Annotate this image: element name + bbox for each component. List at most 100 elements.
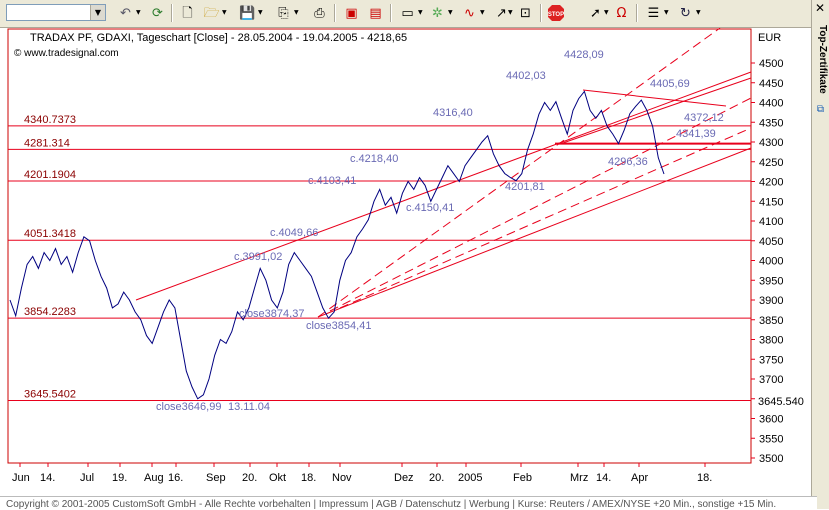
trade-list-icon[interactable]: ☰	[644, 4, 663, 22]
drawing-tools-icon[interactable]: ∿	[460, 4, 479, 22]
level-label: 4340.7373	[24, 114, 76, 126]
y-tick-label: 3600	[759, 414, 783, 426]
y-tick-label: 3750	[759, 354, 783, 366]
toolbar-separator	[390, 4, 392, 22]
sidebar-label[interactable]: Top-Zertifikate	[814, 25, 828, 133]
last-price-label: 3645.540	[758, 396, 804, 408]
x-tick-label: 20.	[242, 472, 257, 484]
x-tick-label: Mrz	[570, 472, 588, 484]
y-tick-label: 3950	[759, 275, 783, 287]
price-annotation: 4372,12	[684, 112, 724, 124]
copy-icon[interactable]: ⎘	[274, 4, 293, 22]
level-label: 4051.3418	[24, 228, 76, 240]
price-annotation: 4428,09	[564, 49, 604, 61]
new-doc-icon[interactable]: 🗋	[178, 4, 197, 22]
chart-window-2-icon[interactable]: ▤	[366, 4, 385, 22]
chevron-down-icon[interactable]: ▼	[90, 5, 105, 20]
help-icon[interactable]: ⧉	[815, 104, 826, 115]
indicator-icon[interactable]: ✲	[428, 4, 447, 22]
chevron-down-icon[interactable]: ▼	[696, 10, 702, 16]
price-annotation: 13.11.04	[228, 401, 270, 413]
toolbar-separator	[636, 4, 638, 22]
chevron-down-icon[interactable]: ▼	[222, 10, 228, 16]
price-annotation: 4402,03	[506, 70, 546, 82]
chevron-down-icon[interactable]: ▼	[136, 10, 142, 16]
x-tick-label: Aug	[144, 472, 164, 484]
y-tick-label: 3900	[759, 295, 783, 307]
chart-source: © www.tradesignal.com	[14, 48, 119, 59]
y-tick-label: 4100	[759, 216, 783, 228]
x-tick-label: 14.	[40, 472, 55, 484]
chevron-down-icon[interactable]: ▼	[480, 10, 486, 16]
x-tick-label: Apr	[631, 472, 648, 484]
x-tick-label: 20.	[429, 472, 444, 484]
price-chart[interactable]: 4340.7373 4281.314 4201.1904 4051.3418 3854.…	[0, 28, 811, 496]
price-annotation: 4316,40	[433, 107, 473, 119]
back-arrow-icon[interactable]: ↶	[116, 4, 135, 22]
y-tick-label: 4250	[759, 157, 783, 169]
chart-window-icon[interactable]: ▣	[342, 4, 361, 22]
magnet-icon[interactable]: Ω	[612, 4, 631, 22]
y-tick-label: 4150	[759, 196, 783, 208]
zoom-fit-icon[interactable]: ⊡	[516, 4, 535, 22]
chevron-down-icon[interactable]: ▼	[604, 10, 610, 16]
refresh-icon[interactable]: ⟳	[148, 4, 167, 22]
chevron-down-icon[interactable]: ▼	[294, 10, 300, 16]
y-tick-label: 3850	[759, 315, 783, 327]
pointer-icon[interactable]: ➚	[586, 4, 605, 22]
undo-redo-icon[interactable]: ↻	[676, 4, 695, 22]
footer: Copyright © 2001-2005 CustomSoft GmbH - …	[0, 496, 817, 510]
x-tick-label: Dez	[394, 472, 414, 484]
price-annotation: c.4049,66	[270, 227, 318, 239]
x-tick-label: Jun	[12, 472, 30, 484]
price-annotation: c.4218,40	[350, 153, 398, 165]
price-annotation: c.4150,41	[406, 202, 454, 214]
x-tick-label: 18.	[301, 472, 316, 484]
price-annotation: 4341,39	[676, 128, 716, 140]
x-tick-label: 18.	[697, 472, 712, 484]
y-tick-label: 4400	[759, 98, 783, 110]
svg-text:STOP: STOP	[547, 12, 563, 18]
toolbar-separator	[171, 4, 173, 22]
print-icon[interactable]: ⎙	[310, 4, 329, 22]
y-tick-label: 4000	[759, 256, 783, 268]
price-annotation: close3646,99	[156, 401, 221, 413]
x-axis: Jun 14. Jul 19. Aug 16. Sep 20. Okt 18. Nov Dez 20. 2…	[12, 463, 712, 484]
x-tick-label: Jul	[80, 472, 94, 484]
toolbar: ▼ ↶ ▼ ⟳ 🗋 🗁 ▼ 💾 ▼ ⎘ ▼ ⎙ ▣ ▤ ▭ ▼ ✲ ▼ ∿ ▼ …	[0, 0, 811, 28]
x-tick-label: 19.	[112, 472, 127, 484]
currency-label: EUR	[758, 32, 781, 44]
price-annotation: close3854,41	[306, 320, 371, 332]
plot-frame	[7, 28, 752, 464]
x-tick-label: 14.	[596, 472, 611, 484]
level-label: 4201.1904	[24, 169, 76, 181]
x-tick-label: 16.	[168, 472, 183, 484]
y-tick-label: 4350	[759, 117, 783, 129]
chevron-down-icon[interactable]: ▼	[258, 10, 264, 16]
y-tick-label: 3800	[759, 335, 783, 347]
toolbar-separator	[540, 4, 542, 22]
y-tick-label: 4200	[759, 177, 783, 189]
chevron-down-icon[interactable]: ▼	[448, 10, 454, 16]
level-label: 3854.2283	[24, 306, 76, 318]
stop-icon[interactable]: STOP	[546, 4, 565, 22]
save-icon[interactable]: 💾	[238, 4, 257, 22]
chart-type-icon[interactable]: ▭	[398, 4, 417, 22]
x-tick-label: Feb	[513, 472, 532, 484]
symbol-combo[interactable]: ▼	[6, 4, 106, 21]
chevron-down-icon[interactable]: ▼	[508, 10, 514, 16]
price-annotation: 4405,69	[650, 78, 690, 90]
chart-title: TRADAX PF, GDAXI, Tageschart [Close] - 2…	[30, 32, 407, 44]
level-label: 3645.5402	[24, 389, 76, 401]
y-tick-label: 4450	[759, 78, 783, 90]
open-folder-icon[interactable]: 🗁	[202, 4, 221, 22]
close-icon[interactable]: ✕	[815, 2, 827, 14]
level-label: 4281.314	[24, 137, 70, 149]
x-tick-label: Nov	[332, 472, 352, 484]
y-tick-label: 3550	[759, 433, 783, 445]
price-annotation: close3874,37	[239, 308, 304, 320]
chevron-down-icon[interactable]: ▼	[418, 10, 424, 16]
chevron-down-icon[interactable]: ▼	[664, 10, 670, 16]
x-tick-label: Okt	[269, 472, 286, 484]
y-tick-label: 4500	[759, 58, 783, 70]
